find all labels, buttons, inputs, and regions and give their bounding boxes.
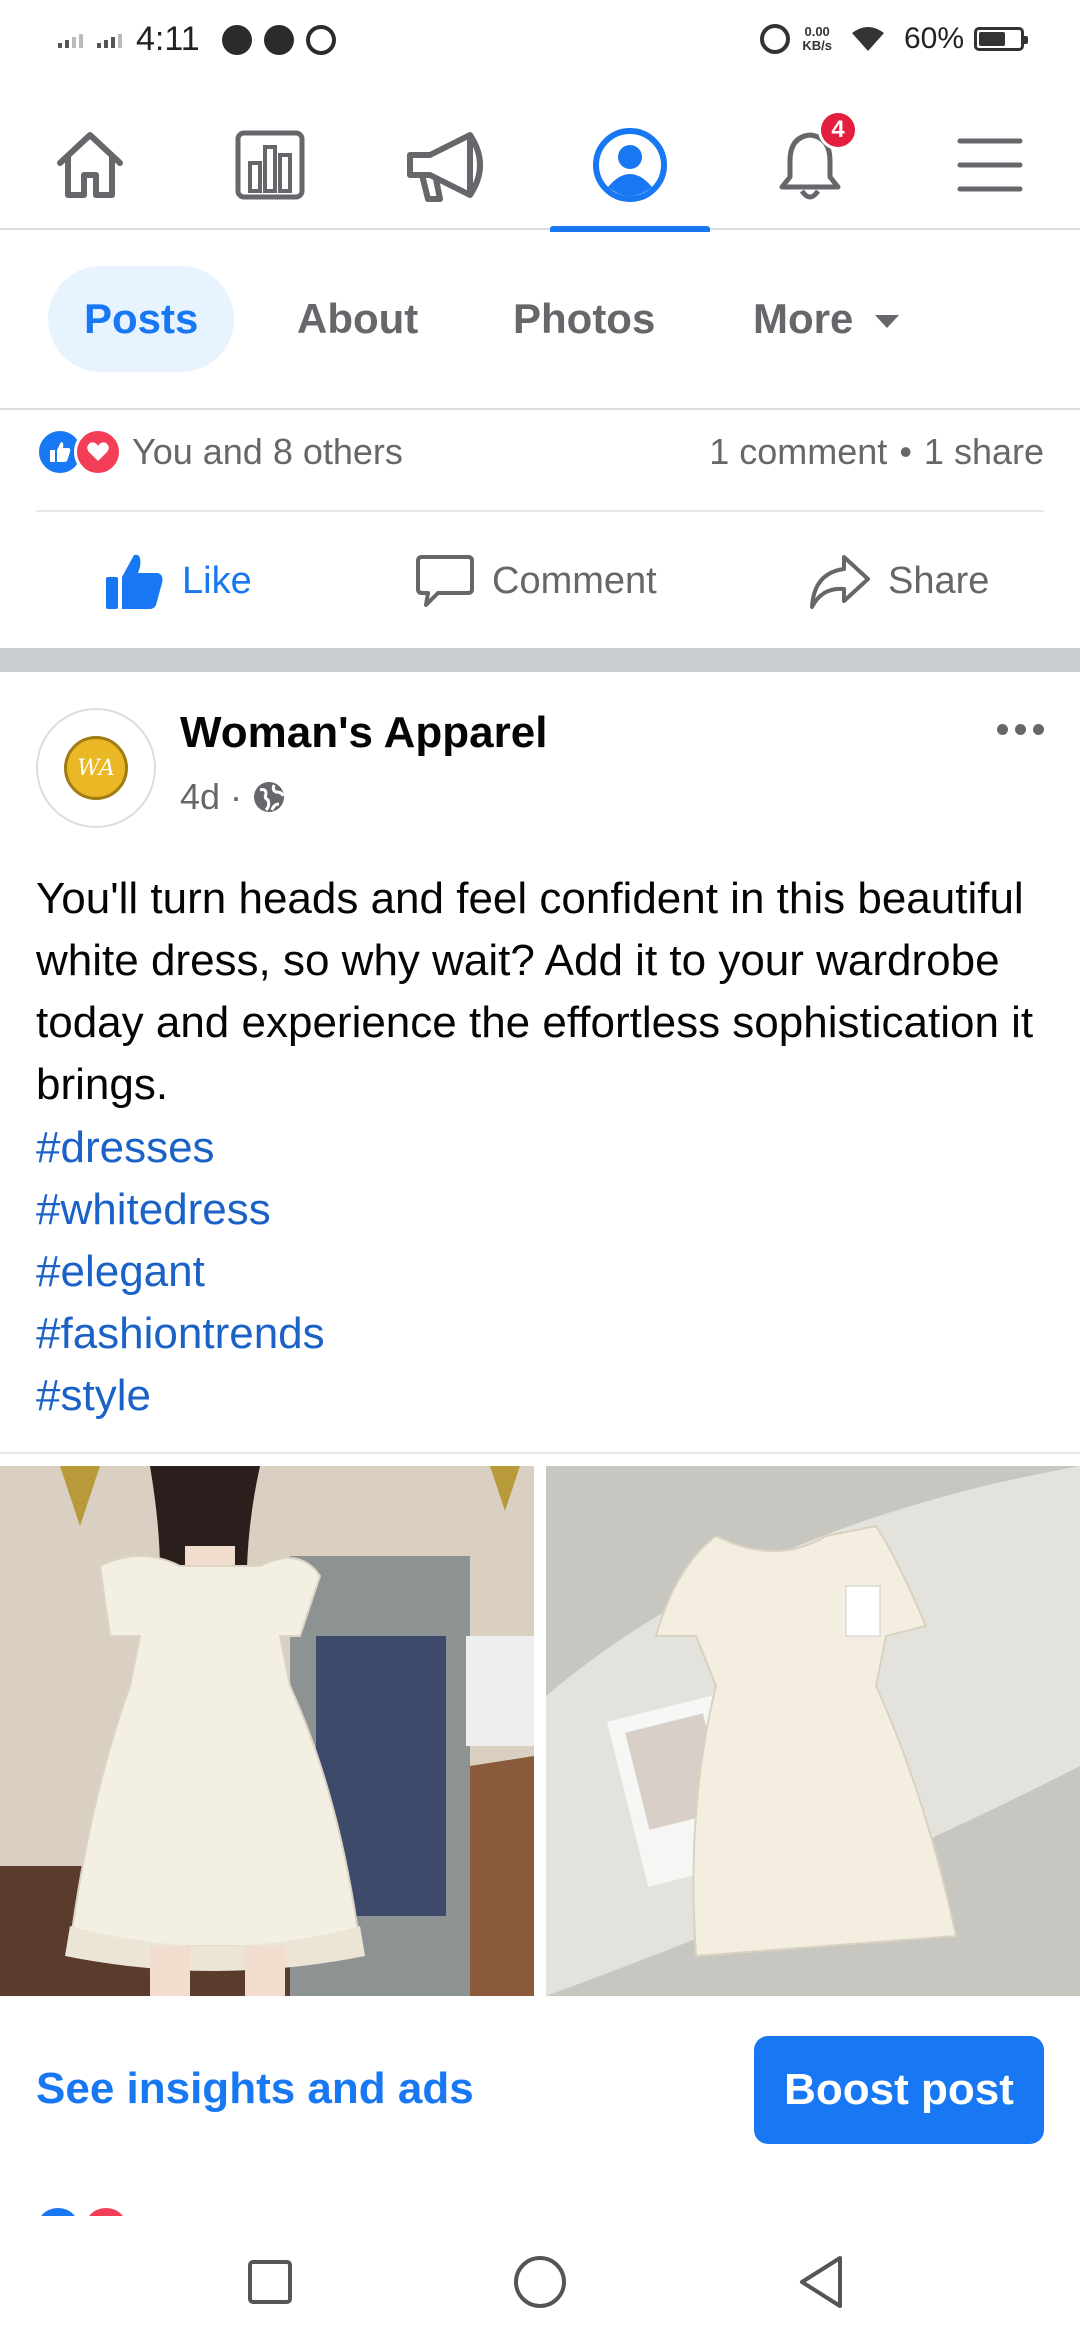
home-button[interactable] [510, 2252, 570, 2312]
chevron-down-icon [875, 314, 900, 328]
profile-icon [593, 128, 667, 202]
battery-percent: 60% [903, 22, 964, 55]
signal-icon [58, 32, 83, 48]
messenger-icon [221, 24, 252, 55]
page-avatar[interactable]: WA [36, 708, 156, 828]
reactions-summary: You and 8 others 1 comment • 1 share [36, 412, 1044, 512]
hashtag-list: #dresses #whitedress #elegant #fashiontr… [36, 1117, 325, 1427]
pages-icon [235, 130, 305, 200]
tab-about-label: About [297, 295, 419, 342]
profile-tabs: Posts About Photos More [0, 232, 1080, 410]
hashtag-link[interactable]: #whitedress [36, 1179, 325, 1241]
hashtag-link[interactable]: #fashiontrends [36, 1303, 325, 1365]
like-label: Like [182, 559, 252, 602]
post-separator [0, 1452, 1080, 1454]
nav-notifications[interactable]: 4 [730, 100, 890, 230]
nav-menu[interactable] [910, 100, 1070, 230]
alarm-icon [760, 24, 791, 54]
engagement-counts: 1 comment • 1 share [709, 431, 1044, 473]
wifi-icon [851, 27, 884, 51]
meta-dot: · [230, 776, 243, 817]
tab-more-label: More [753, 295, 854, 342]
share-icon [810, 555, 870, 609]
like-button[interactable]: Like [104, 551, 252, 611]
boost-post-label: Boost post [784, 2065, 1014, 2114]
status-bar: 4:11 0.00 KB/s 60% [0, 0, 1080, 84]
nav-pages[interactable] [190, 100, 350, 230]
back-triangle-icon [800, 2256, 842, 2308]
back-button[interactable] [792, 2252, 852, 2312]
reaction-icons[interactable] [36, 428, 122, 476]
chat-icon [263, 24, 294, 55]
circle-icon [514, 2256, 566, 2308]
comment-label: Comment [492, 559, 657, 602]
post-meta: 4d · [180, 776, 286, 818]
megaphone-icon [407, 132, 483, 202]
signal-icon-2 [97, 32, 122, 48]
hashtag-link[interactable]: #dresses [36, 1117, 325, 1179]
comment-icon [416, 555, 474, 607]
avatar-initials: WA [77, 755, 115, 781]
home-icon [57, 132, 123, 198]
page-name[interactable]: Woman's Apparel [180, 708, 547, 758]
nav-ads[interactable] [370, 100, 530, 230]
top-nav: 4 [0, 100, 1080, 232]
comment-button[interactable]: Comment [414, 551, 657, 611]
boost-post-button[interactable]: Boost post [754, 2036, 1044, 2144]
tab-about[interactable]: About [297, 266, 418, 372]
post-photo-model[interactable] [0, 1466, 534, 1996]
tab-posts-label: Posts [84, 295, 199, 342]
photo-dress-illustration [546, 1466, 1080, 1996]
nav-home[interactable] [10, 100, 170, 230]
avatar-logo: WA [64, 736, 128, 800]
globe-icon [254, 782, 285, 812]
viber-icon [305, 24, 336, 55]
post-action-bar: Like Comment Share [0, 514, 1080, 648]
comment-count[interactable]: 1 comment [709, 431, 887, 473]
net-speed-value: 0.00 [804, 24, 830, 39]
status-left: 4:11 [58, 20, 348, 59]
post-time[interactable]: 4d [180, 776, 220, 818]
tab-more[interactable]: More [753, 266, 900, 372]
recents-button[interactable] [240, 2252, 300, 2312]
hashtag-link[interactable]: #elegant [36, 1241, 325, 1303]
tab-posts[interactable]: Posts [48, 266, 235, 372]
reaction-summary-text[interactable]: You and 8 others [132, 431, 403, 473]
count-separator: • [899, 431, 912, 472]
thumbs-up-icon [106, 554, 163, 609]
tab-photos-label: Photos [513, 295, 656, 342]
feed-divider [0, 648, 1080, 672]
menu-icon [957, 138, 1023, 192]
share-count[interactable]: 1 share [924, 431, 1044, 473]
system-nav-bar [0, 2216, 1080, 2340]
post-header: WA Woman's Apparel 4d · [36, 708, 1044, 828]
square-icon [248, 2260, 292, 2304]
love-reaction-icon [74, 428, 122, 476]
nav-profile[interactable] [550, 100, 710, 232]
net-speed: 0.00 KB/s [802, 25, 832, 53]
notification-badge: 4 [818, 110, 858, 150]
share-label: Share [888, 559, 990, 602]
see-insights-link[interactable]: See insights and ads [36, 2056, 474, 2122]
post-options-button[interactable] [997, 724, 1044, 735]
battery-icon [974, 27, 1028, 51]
post-photo-dress[interactable] [546, 1466, 1080, 1996]
tab-photos[interactable]: Photos [513, 266, 655, 372]
share-button[interactable]: Share [808, 551, 989, 611]
net-speed-unit: KB/s [802, 38, 832, 53]
status-right: 0.00 KB/s 60% [760, 22, 1028, 56]
post-body-text: You'll turn heads and feel confident in … [36, 874, 1034, 1109]
hashtag-link[interactable]: #style [36, 1365, 325, 1427]
photo-model-illustration [0, 1466, 534, 1996]
status-time: 4:11 [136, 20, 200, 58]
